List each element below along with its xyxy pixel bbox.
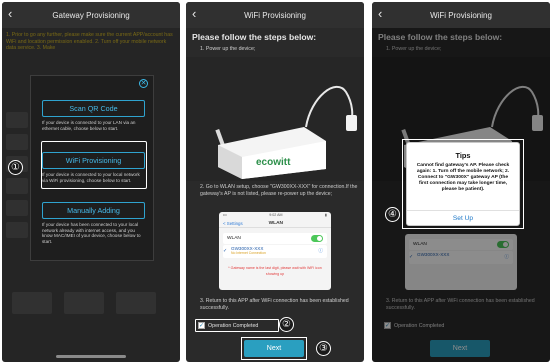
ecowitt-logo: ecowitt [256,157,291,168]
set-up-button[interactable]: Set Up [407,210,519,225]
settings-nav: < Settings WLAN [219,219,331,228]
step-marker-1: ① [8,160,23,175]
header-bar: ‹ WiFi Provisioning [186,2,364,28]
gateway-network-row: ✓ GW300XX-XXX No Internet Connection ⓘ [223,245,327,258]
tips-title: Tips [455,151,471,160]
header-bar: ‹ WiFi Provisioning [372,2,550,28]
step-2-text: 2. Go to WLAN setup, choose "GW300XX-XXX… [200,184,358,197]
option-wifi-provisioning: WiFi Provisioning If your device is conn… [42,152,145,183]
home-indicator [56,355,126,358]
wlan-toggle-row: WLAN [223,233,327,244]
wifi-provisioning-screen: ‹ WiFi Provisioning Please follow the st… [186,2,364,362]
header-bar: ‹ Gateway Provisioning [2,2,180,28]
tips-message: Cannot find gateway's AP. Please check a… [416,163,510,193]
status-bar: ••• 9:02 AM ▮ [223,213,327,217]
manually-adding-button[interactable]: Manually Adding [42,202,145,219]
wifi-provisioning-button[interactable]: WiFi Provisioning [42,152,145,169]
wifi-provisioning-tips-screen: ‹ WiFi Provisioning Please follow the st… [372,2,550,362]
page-title: Gateway Provisioning [52,10,130,20]
wifi-info-icon: ⓘ [318,248,323,253]
operation-completed-checkbox[interactable]: ✓ Operation Completed [198,322,258,329]
step-marker-3: ③ [316,341,331,356]
back-arrow-icon[interactable]: ‹ [192,6,196,22]
option-manual-add: Manually Adding If your device has been … [42,202,145,244]
operation-completed-label: Operation Completed [208,322,259,329]
scan-qr-description: If your device is connected to your LAN … [42,120,136,131]
checkbox-checked-icon[interactable]: ✓ [198,322,205,329]
back-arrow-icon[interactable]: ‹ [8,6,12,22]
scan-qr-code-button[interactable]: Scan QR Code [42,100,145,117]
step-3-text: 3. Return to this APP after WiFi connect… [200,298,349,311]
wlan-settings-screenshot: ••• 9:02 AM ▮ < Settings WLAN WLAN ✓ GW300… [219,212,331,290]
step-1-text: 1. Power up the device; [200,46,256,52]
option-scan-qr: Scan QR Code If your device is connected… [42,100,145,131]
wlan-toggle-icon [311,235,323,242]
gateway-name-note: * Gateway name is the last digit, please… [228,266,322,276]
wifi-provisioning-description: If your device is connected to your loca… [42,172,140,183]
steps-heading: Please follow the steps below: [192,32,317,42]
page-title: WiFi Provisioning [244,10,306,20]
provisioning-method-dialog: ✕ Scan QR Code If your device is connect… [30,75,154,261]
back-arrow-icon[interactable]: ‹ [378,6,382,22]
step-marker-4: ④ [385,207,400,222]
gateway-provisioning-screen: ‹ Gateway Provisioning 1. Prior to go an… [2,2,180,362]
manually-adding-description: If your device has been connected to you… [42,222,141,244]
step-marker-2: ② [279,317,294,332]
close-icon[interactable]: ✕ [139,79,148,88]
checkmark-icon: ✓ [223,248,228,254]
tips-dialog: Tips Cannot find gateway's AP. Please ch… [406,142,520,226]
next-button[interactable]: Next [244,340,304,357]
page-title: WiFi Provisioning [430,10,492,20]
gateway-device-image: ecowitt [186,57,364,181]
